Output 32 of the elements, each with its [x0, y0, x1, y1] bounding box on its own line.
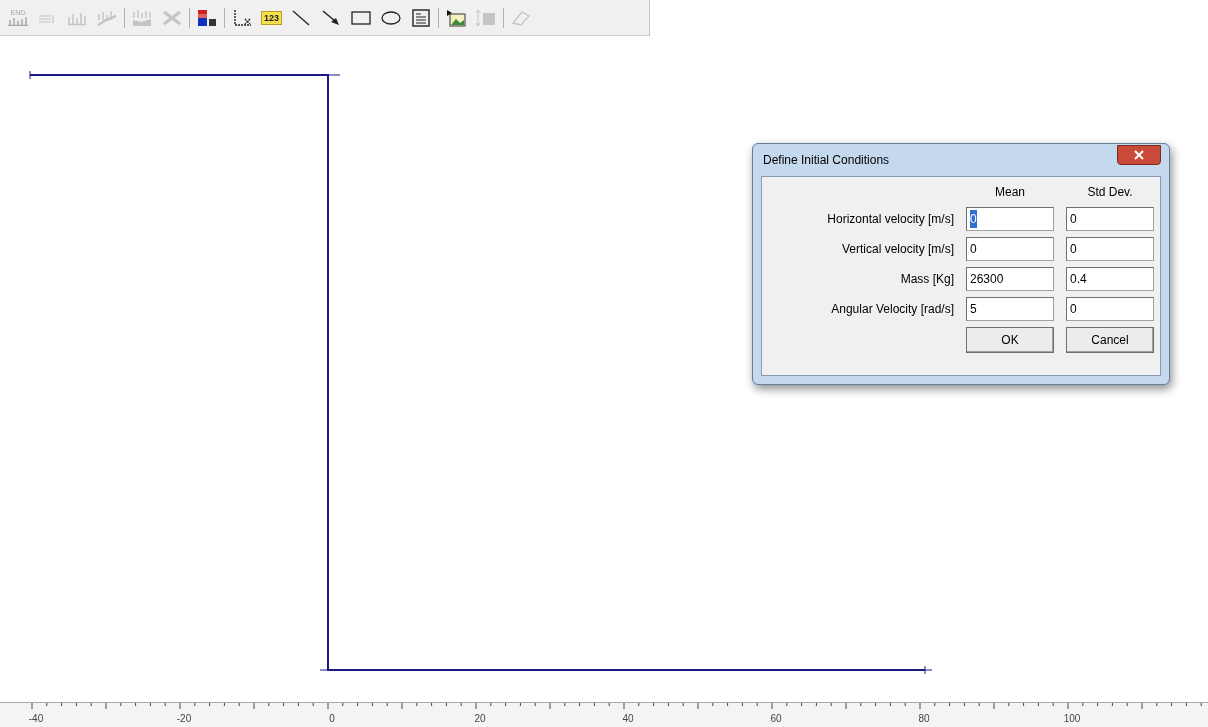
cancel-button[interactable]: Cancel	[1066, 327, 1154, 353]
axis-label: 20	[474, 712, 486, 726]
field-label: Mass [Kg]	[899, 271, 954, 288]
input-field[interactable]: 0	[1066, 237, 1154, 261]
axis-label: 40	[622, 712, 634, 726]
axis-label: -40	[28, 712, 44, 726]
ruler-icon[interactable]: 123	[261, 10, 283, 25]
axis-label: -20	[176, 712, 192, 726]
input-field[interactable]: 26300	[966, 267, 1054, 291]
close-icon	[1134, 150, 1144, 160]
ok-button[interactable]: OK	[966, 327, 1054, 353]
input-field[interactable]: 0	[966, 207, 1054, 231]
input-field[interactable]: 5	[966, 297, 1054, 321]
axis-label: 100	[1063, 712, 1081, 726]
image-icon[interactable]	[445, 7, 468, 28]
color-palette-icon[interactable]	[196, 7, 218, 28]
field-label: Angular Velocity [rad/s]	[830, 301, 954, 318]
axis-label: 0	[329, 712, 335, 726]
dialog-title: Define Initial Conditions	[762, 152, 890, 169]
axes-icon[interactable]	[231, 7, 253, 28]
close-button[interactable]	[1117, 145, 1161, 165]
input-field[interactable]: 0.4	[1066, 267, 1154, 291]
field-label: Horizontal velocity [m/s]	[826, 211, 954, 228]
axis-label: 60	[770, 712, 782, 726]
text-box-icon[interactable]	[410, 7, 433, 28]
field-label: Vertical velocity [m/s]	[840, 241, 954, 258]
input-field[interactable]: 0	[1066, 207, 1154, 231]
column-header: Std Dev.	[1086, 184, 1134, 201]
input-field[interactable]: 0	[1066, 297, 1154, 321]
axis-label: 80	[918, 712, 930, 726]
input-field[interactable]: 0	[966, 237, 1054, 261]
column-header: Mean	[994, 184, 1026, 201]
